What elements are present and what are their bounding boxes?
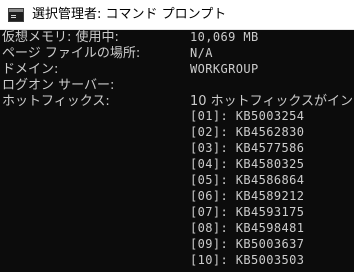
console-line-label: 仮想メモリ: 使用中: (2, 30, 119, 45)
console-output[interactable]: 仮想メモリ: 使用中: 10,069 MB ページ ファイルの場所: N/A ド… (0, 30, 354, 272)
hotfix-line-04: [04]: KB4580325 (2, 157, 354, 172)
command-prompt-window: 選択管理者: コマンド プロンプト 仮想メモリ: 使用中: 10,069 MB … (0, 0, 354, 272)
hotfix-line-01: [01]: KB5003254 (2, 109, 354, 124)
hotfix-entry: [02]: KB4562830 (190, 125, 305, 139)
console-line-label: ホットフィックス: (2, 94, 110, 109)
hotfix-entry: [09]: KB5003637 (190, 237, 305, 251)
console-line-domain: ドメイン: WORKGROUP (2, 62, 354, 77)
console-line-value: 10,069 MB (190, 30, 259, 44)
hotfix-line-08: [08]: KB4598481 (2, 221, 354, 236)
hotfix-entry: [07]: KB4593175 (190, 205, 305, 219)
console-line-label: ドメイン: (2, 62, 59, 77)
hotfix-entry: [04]: KB4580325 (190, 157, 305, 171)
hotfix-entry: [06]: KB4589212 (190, 189, 305, 203)
hotfix-entry: [01]: KB5003254 (190, 109, 305, 123)
hotfix-entry: [05]: KB4586864 (190, 173, 305, 187)
hotfix-line-09: [09]: KB5003637 (2, 237, 354, 252)
title-bar[interactable]: 選択管理者: コマンド プロンプト (0, 0, 354, 30)
console-line-virtual-memory-in-use: 仮想メモリ: 使用中: 10,069 MB (2, 30, 354, 45)
window-title: 選択管理者: コマンド プロンプト (32, 7, 227, 22)
hotfix-line-02: [02]: KB4562830 (2, 125, 354, 140)
console-line-label: ページ ファイルの場所: (2, 46, 141, 61)
hotfix-entry: [03]: KB4577586 (190, 141, 305, 155)
hotfix-line-05: [05]: KB4586864 (2, 173, 354, 188)
hotfix-line-10: [10]: KB5003503 (2, 253, 354, 268)
console-line-label: ログオン サーバー: (2, 78, 115, 93)
console-line-page-file-location: ページ ファイルの場所: N/A (2, 46, 354, 61)
console-line-value: WORKGROUP (190, 62, 259, 76)
console-line-hotfixes: ホットフィックス: 10 ホットフィックスがインストールされています。 (2, 94, 354, 109)
console-line-value: 10 ホットフィックスがインストールされています。 (190, 94, 354, 109)
console-line-logon-server: ログオン サーバー: (2, 78, 354, 93)
command-prompt-icon (8, 8, 24, 22)
console-line-value: N/A (190, 46, 213, 60)
hotfix-line-03: [03]: KB4577586 (2, 141, 354, 156)
hotfix-line-06: [06]: KB4589212 (2, 189, 354, 204)
hotfix-entry: [10]: KB5003503 (190, 253, 305, 267)
hotfix-line-07: [07]: KB4593175 (2, 205, 354, 220)
hotfix-entry: [08]: KB4598481 (190, 221, 305, 235)
